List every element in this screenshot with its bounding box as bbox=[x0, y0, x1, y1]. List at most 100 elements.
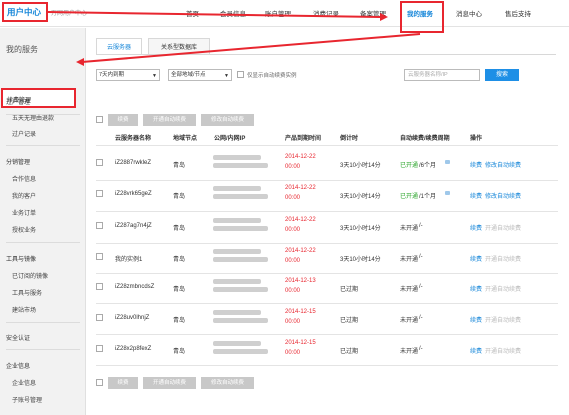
select-all-checkbox-bottom[interactable] bbox=[96, 379, 103, 386]
sidebar-item-subscribed-images[interactable]: 已订阅的镜像 bbox=[12, 271, 48, 280]
enable-auto-renew-link[interactable]: 开通自动续费 bbox=[485, 254, 521, 263]
nav-member-info[interactable]: 会员信息 bbox=[220, 8, 246, 18]
modify-auto-renew-link[interactable]: 修改自动续费 bbox=[485, 191, 521, 200]
nav-billing[interactable]: 消费记录 bbox=[313, 8, 339, 18]
expire-time: 00:00 bbox=[285, 164, 301, 170]
sidebar-item-partner[interactable]: 合作信息 bbox=[12, 174, 36, 183]
enable-auto-renew-link[interactable]: 开通自动续费 bbox=[485, 284, 521, 293]
user-center-logo[interactable]: 用户中心 bbox=[2, 2, 48, 22]
region-select[interactable]: 全部地域/节点 ▼ bbox=[168, 69, 232, 81]
instance-region: 青岛 bbox=[173, 257, 186, 263]
instance-name[interactable]: iZ28vrk65geZ bbox=[115, 191, 152, 197]
col-expire: 产品到期时间 bbox=[285, 136, 322, 142]
expire-date: 2014-12-22 bbox=[285, 185, 316, 191]
row-checkbox[interactable] bbox=[96, 283, 103, 290]
sidebar-item-authorized[interactable]: 授权业务 bbox=[12, 225, 36, 234]
ip-redacted bbox=[213, 287, 268, 292]
divider bbox=[6, 349, 80, 350]
renew-button-bottom[interactable]: 续费 bbox=[108, 377, 138, 389]
row-divider bbox=[96, 180, 558, 181]
ip-redacted bbox=[213, 318, 268, 323]
row-checkbox[interactable] bbox=[96, 253, 103, 260]
ip-redacted bbox=[213, 349, 268, 354]
row-divider bbox=[96, 365, 558, 366]
expire-date: 2014-12-13 bbox=[285, 278, 316, 284]
search-button[interactable]: 搜索 bbox=[485, 69, 519, 81]
row-checkbox[interactable] bbox=[96, 222, 103, 229]
row-checkbox[interactable] bbox=[96, 159, 103, 166]
chevron-down-icon: ▼ bbox=[152, 73, 157, 79]
search-input[interactable]: 云服务器名称/IP bbox=[404, 69, 480, 81]
only-auto-checkbox[interactable] bbox=[237, 71, 244, 78]
sidebar-item-company-info[interactable]: 企业信息 bbox=[12, 378, 36, 387]
sidebar-item-refund[interactable]: 五天无理由退款 bbox=[12, 113, 54, 122]
renew-link[interactable]: 续费 bbox=[470, 191, 482, 200]
instance-name[interactable]: iZ28zmbncdsZ bbox=[115, 284, 154, 290]
sidebar-item-tools-images[interactable]: 工具与镜像 bbox=[6, 254, 36, 263]
sidebar-item-security[interactable]: 安全认证 bbox=[6, 333, 30, 342]
modify-auto-renew-button-bottom[interactable]: 修改自动续费 bbox=[201, 377, 254, 389]
sidebar-item-site-market[interactable]: 建站市场 bbox=[12, 305, 36, 314]
instance-name[interactable]: iZ28uv0lhnjZ bbox=[115, 315, 149, 321]
message-icon[interactable] bbox=[445, 191, 450, 195]
countdown: 已过期 bbox=[340, 318, 359, 324]
ip-redacted bbox=[213, 249, 261, 254]
select-all-checkbox[interactable] bbox=[96, 116, 103, 123]
enable-auto-renew-button-bottom[interactable]: 开通自动续费 bbox=[143, 377, 196, 389]
sidebar-item-transfer[interactable]: 过户管理 bbox=[6, 97, 30, 106]
instance-name[interactable]: iZ2887rwkleZ bbox=[115, 160, 151, 166]
renew-period: /- bbox=[419, 284, 423, 290]
sidebar-item-subaccounts[interactable]: 子账号管理 bbox=[12, 395, 42, 404]
row-checkbox[interactable] bbox=[96, 314, 103, 321]
row-divider bbox=[96, 273, 558, 274]
expire-time: 00:00 bbox=[285, 319, 301, 325]
instance-name[interactable]: 我的实例1 bbox=[115, 254, 142, 263]
sidebar-item-tools-services[interactable]: 工具与服务 bbox=[12, 288, 42, 297]
ip-redacted bbox=[213, 163, 268, 168]
message-icon[interactable] bbox=[445, 160, 450, 164]
nav-messages[interactable]: 消息中心 bbox=[456, 8, 482, 18]
header-divider bbox=[96, 145, 558, 146]
instance-name[interactable]: iZ287ag7n4jZ bbox=[115, 223, 152, 229]
sidebar-item-distribution[interactable]: 分销管理 bbox=[6, 157, 30, 166]
enable-auto-renew-link[interactable]: 开通自动续费 bbox=[485, 223, 521, 232]
logo-subtitle: 万网用户中心 bbox=[51, 11, 88, 17]
modify-auto-renew-button[interactable]: 修改自动续费 bbox=[201, 114, 254, 126]
sidebar-item-transfer-log[interactable]: 过户记录 bbox=[12, 129, 36, 138]
instance-name[interactable]: iZ28x2p8fexZ bbox=[115, 346, 151, 352]
sidebar-item-orders[interactable]: 业务订单 bbox=[12, 208, 36, 217]
row-divider bbox=[96, 303, 558, 304]
renew-link[interactable]: 续费 bbox=[470, 284, 482, 293]
only-auto-label: 仅显示自动续费实例 bbox=[247, 73, 297, 79]
ip-redacted bbox=[213, 218, 261, 223]
expire-time: 00:00 bbox=[285, 350, 301, 356]
enable-auto-renew-button[interactable]: 开通自动续费 bbox=[143, 114, 196, 126]
auto-status: 未开通 bbox=[400, 257, 419, 263]
enable-auto-renew-link[interactable]: 开通自动续费 bbox=[485, 315, 521, 324]
sidebar-item-company[interactable]: 企业信息 bbox=[6, 361, 30, 370]
sidebar-item-customers[interactable]: 我的客户 bbox=[12, 191, 36, 200]
renew-link[interactable]: 续费 bbox=[470, 254, 482, 263]
tab-ecs[interactable]: 云服务器 bbox=[96, 38, 142, 55]
nav-account[interactable]: 账户管理 bbox=[265, 8, 291, 18]
modify-auto-renew-link[interactable]: 修改自动续费 bbox=[485, 160, 521, 169]
renew-link[interactable]: 续费 bbox=[470, 315, 482, 324]
expire-select[interactable]: 7天内到期 ▼ bbox=[96, 69, 160, 81]
renew-link[interactable]: 续费 bbox=[470, 223, 482, 232]
tab-divider bbox=[96, 54, 556, 55]
divider bbox=[6, 145, 80, 146]
row-checkbox[interactable] bbox=[96, 190, 103, 197]
row-checkbox[interactable] bbox=[96, 345, 103, 352]
ip-redacted bbox=[213, 310, 261, 315]
nav-filing[interactable]: 备案管理 bbox=[360, 8, 386, 18]
instance-region: 青岛 bbox=[173, 318, 186, 324]
ip-redacted bbox=[213, 257, 268, 262]
nav-support[interactable]: 售后支持 bbox=[505, 8, 531, 18]
renew-button[interactable]: 续费 bbox=[108, 114, 138, 126]
renew-link[interactable]: 续费 bbox=[470, 346, 482, 355]
enable-auto-renew-link[interactable]: 开通自动续费 bbox=[485, 346, 521, 355]
renew-link[interactable]: 续费 bbox=[470, 160, 482, 169]
tab-rds[interactable]: 关系型数据库 bbox=[148, 38, 210, 55]
nav-home[interactable]: 首页 bbox=[186, 8, 199, 18]
renew-period: /- bbox=[419, 254, 423, 260]
